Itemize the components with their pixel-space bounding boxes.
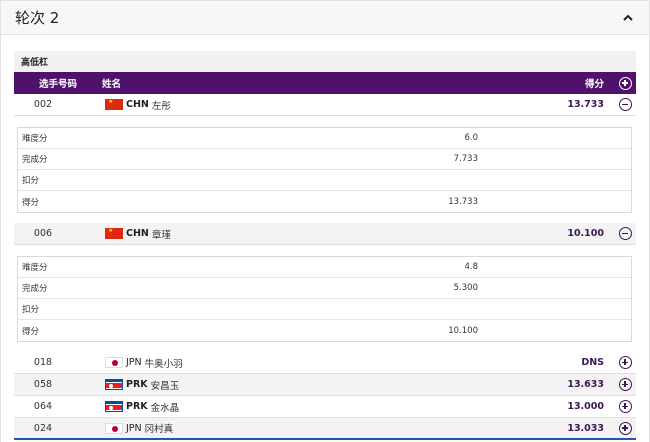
- expand-row-icon[interactable]: [618, 356, 632, 369]
- round-title: 轮次 2: [15, 9, 60, 27]
- athlete-noc: CHN: [126, 228, 149, 239]
- athlete-score: 10.100: [567, 228, 604, 239]
- athlete-bib: 002: [33, 99, 53, 110]
- detail-value: 10.100: [448, 325, 478, 336]
- athlete-noc: JPN: [126, 422, 142, 434]
- detail-row: 扣分: [18, 299, 631, 320]
- athlete-name: 左彤: [151, 100, 171, 112]
- athlete-score: 13.000: [567, 401, 604, 412]
- detail-label: 完成分: [22, 284, 48, 294]
- athlete-name: 安昌玉: [150, 380, 180, 392]
- detail-row: 难度分 4.8: [18, 257, 631, 278]
- flag-icon-prk: [105, 401, 123, 412]
- athlete-bib: 006: [33, 228, 53, 239]
- athlete-bib: 018: [33, 357, 53, 368]
- header-score: 得分: [584, 79, 604, 90]
- detail-value: 6.0: [464, 133, 478, 143]
- chevron-up-icon[interactable]: [621, 11, 635, 25]
- table-row[interactable]: 024 JPN 冈村真 13.033: [14, 418, 636, 440]
- collapse-row-icon[interactable]: [618, 227, 632, 240]
- expand-row-icon[interactable]: [618, 378, 632, 391]
- detail-label: 得分: [22, 326, 40, 337]
- table-row[interactable]: 002 CHN 左彤 13.733: [14, 94, 636, 116]
- athlete-bib: 024: [33, 422, 53, 434]
- expand-row-icon[interactable]: [618, 400, 632, 413]
- score-detail: 难度分 6.0 完成分 7.733 扣分 得分 13.733: [17, 127, 632, 213]
- table-row[interactable]: 018 JPN 牛奥小羽 DNS: [14, 352, 636, 374]
- header-name: 姓名: [102, 79, 122, 90]
- detail-row: 完成分 5.300: [18, 278, 631, 299]
- collapse-row-icon[interactable]: [618, 98, 632, 111]
- table-row[interactable]: 064 PRK 金水晶 13.000: [14, 396, 636, 418]
- detail-row: 得分 13.733: [18, 191, 631, 212]
- athlete-name: 金水晶: [150, 402, 180, 414]
- athlete-bib: 058: [33, 379, 53, 390]
- flag-icon-jpn: [105, 357, 123, 368]
- round-header[interactable]: 轮次 2: [0, 0, 650, 35]
- detail-value: 5.300: [453, 283, 478, 293]
- athlete-name: 牛奥小羽: [144, 358, 183, 370]
- detail-label: 难度分: [22, 134, 48, 144]
- detail-value: 13.733: [448, 196, 478, 207]
- detail-label: 扣分: [22, 305, 40, 315]
- detail-row: 扣分: [18, 170, 631, 191]
- flag-icon-chn: [105, 228, 123, 239]
- results-table-header: 选手号码 姓名 得分: [14, 72, 636, 94]
- detail-label: 难度分: [22, 263, 48, 273]
- table-row[interactable]: 058 PRK 安昌玉 13.633: [14, 374, 636, 396]
- expand-row-icon[interactable]: [618, 421, 632, 435]
- detail-label: 完成分: [22, 155, 48, 165]
- athlete-bib: 064: [33, 401, 53, 412]
- athlete-noc: PRK: [126, 379, 148, 390]
- detail-value: 4.8: [464, 262, 478, 272]
- athlete-score: 13.733: [567, 99, 604, 110]
- flag-icon-jpn: [105, 422, 123, 434]
- athlete-score: 13.033: [567, 422, 604, 434]
- score-detail: 难度分 4.8 完成分 5.300 扣分 得分 10.100: [17, 256, 632, 342]
- header-bib: 选手号码: [38, 79, 77, 90]
- athlete-name: 冈村真: [144, 424, 174, 435]
- athlete-score: 13.633: [567, 379, 604, 390]
- detail-value: 7.733: [453, 154, 478, 164]
- athlete-name: 章瑾: [151, 229, 171, 241]
- flag-icon-prk: [105, 379, 123, 390]
- athlete-noc: PRK: [126, 401, 148, 412]
- flag-icon-chn: [105, 99, 123, 110]
- table-row[interactable]: 006 CHN 章瑾 10.100: [14, 223, 636, 245]
- expand-all-icon[interactable]: [618, 76, 632, 90]
- athlete-noc: JPN: [126, 357, 142, 368]
- apparatus-label: 高低杠: [14, 51, 636, 72]
- detail-row: 难度分 6.0: [18, 128, 631, 149]
- detail-row: 得分 10.100: [18, 320, 631, 341]
- detail-label: 扣分: [22, 176, 40, 186]
- athlete-noc: CHN: [126, 99, 149, 110]
- athlete-score: DNS: [581, 357, 604, 368]
- detail-label: 得分: [22, 197, 40, 208]
- detail-row: 完成分 7.733: [18, 149, 631, 170]
